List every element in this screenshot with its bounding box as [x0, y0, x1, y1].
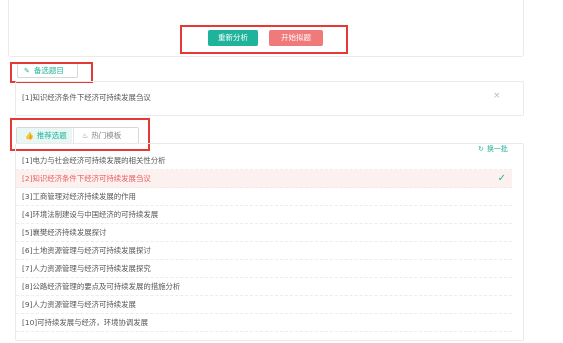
topic-label: [6]土地资源管理与经济可持续发展探讨	[22, 246, 151, 255]
topic-row[interactable]: [4]环境法制建设与中国经济的可持续发展	[16, 206, 512, 224]
topic-row[interactable]: [8]公路经济管理的要点及可持续发展的措施分析	[16, 278, 512, 296]
topic-row[interactable]: [2]知识经济条件下经济可持续发展刍议 ✓	[16, 170, 512, 188]
topic-label: [2]知识经济条件下经济可持续发展刍议	[22, 174, 151, 183]
topic-row[interactable]: [6]土地资源管理与经济可持续发展探讨	[16, 242, 512, 260]
topic-row[interactable]: [5]襄樊经济持续发展探讨	[16, 224, 512, 242]
alternative-item[interactable]: [1]知识经济条件下经济可持续发展刍议	[22, 92, 151, 103]
topic-label: [5]襄樊经济持续发展探讨	[22, 228, 107, 237]
close-icon[interactable]: ×	[493, 91, 501, 101]
topic-label: [3]工商管理对经济持续发展的作用	[22, 192, 136, 201]
topic-label: [8]公路经济管理的要点及可持续发展的措施分析	[22, 282, 181, 291]
topic-label: [10]可持续发展与经济，环境协调发展	[22, 318, 149, 327]
topic-row[interactable]: [10]可持续发展与经济，环境协调发展	[16, 314, 512, 332]
highlight-box-actions	[180, 25, 348, 54]
checkmark-icon: ✓	[497, 173, 506, 184]
topic-label: [9]人力资源管理与经济可持续发展	[22, 300, 136, 309]
topic-label: [1]电力与社会经济可持续发展的相关性分析	[22, 156, 166, 165]
topic-row[interactable]: [3]工商管理对经济持续发展的作用	[16, 188, 512, 206]
topic-label: [4]环境法制建设与中国经济的可持续发展	[22, 210, 159, 219]
topic-row[interactable]: [1]电力与社会经济可持续发展的相关性分析	[16, 152, 512, 170]
topic-row[interactable]: [7]人力资源管理与经济可持续发展探究	[16, 260, 512, 278]
topic-label: [7]人力资源管理与经济可持续发展探究	[22, 264, 151, 273]
topic-row[interactable]: [9]人力资源管理与经济可持续发展	[16, 296, 512, 314]
highlight-box-alternatives	[10, 62, 93, 83]
